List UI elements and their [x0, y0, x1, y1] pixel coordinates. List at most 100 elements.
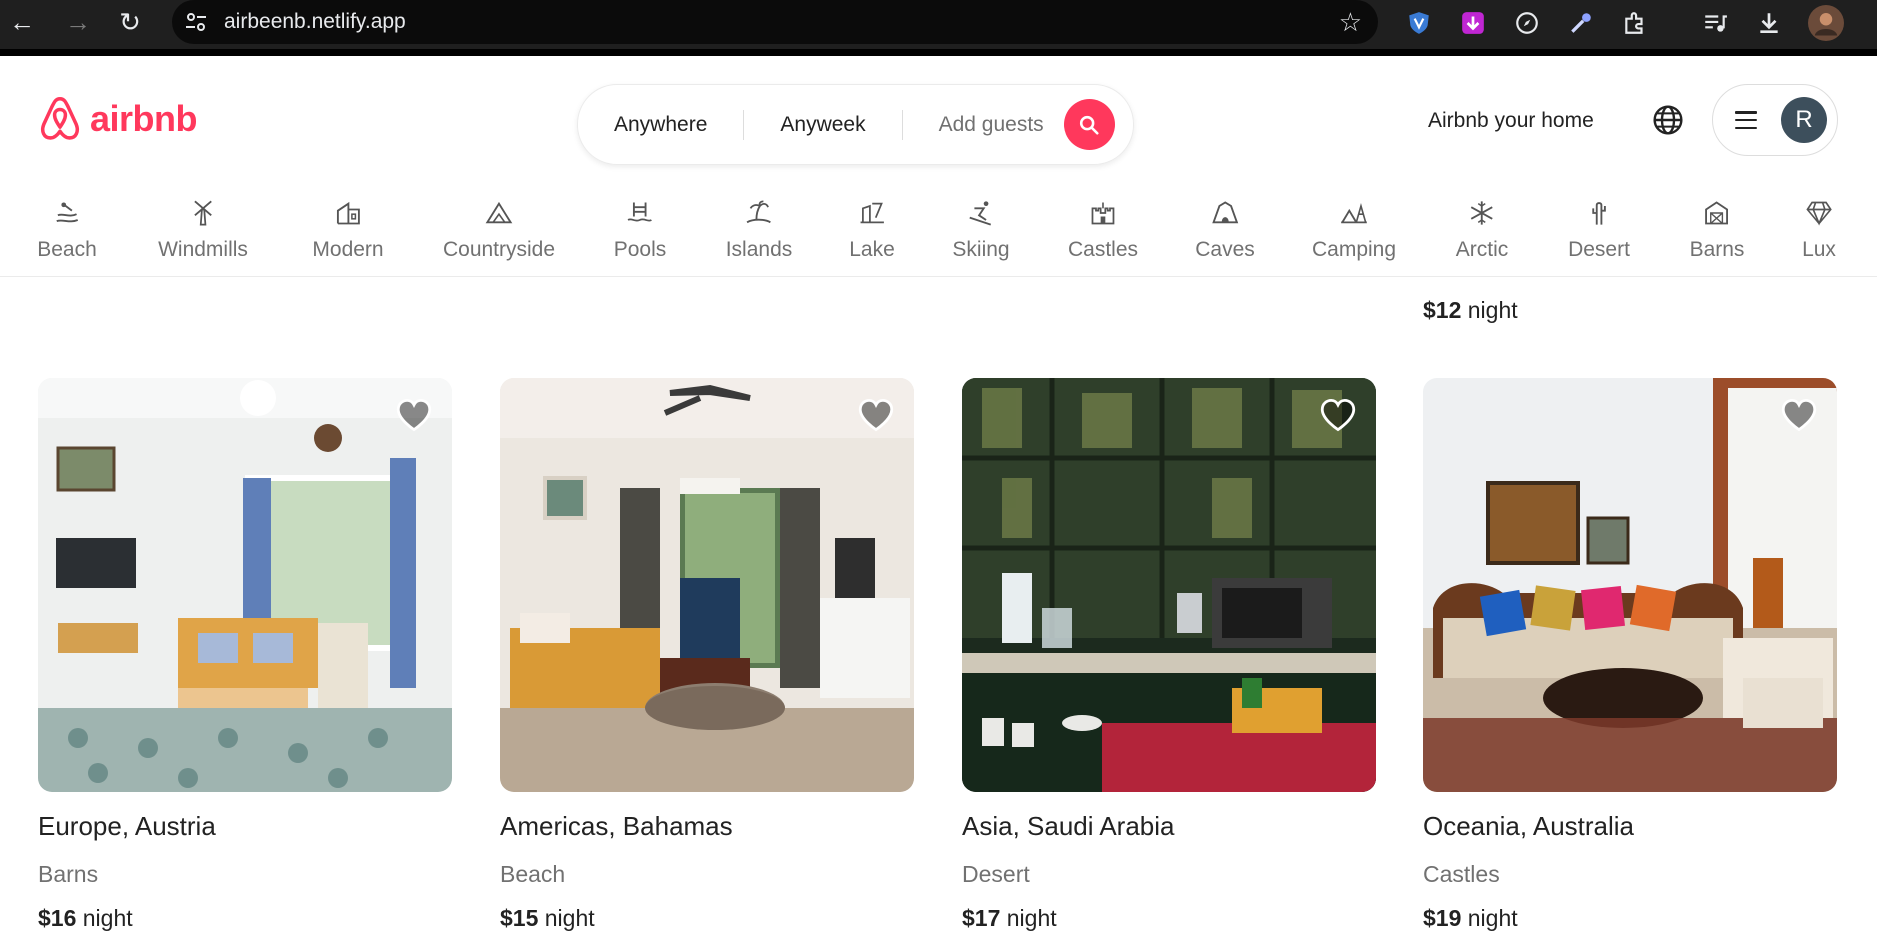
category-label: Castles — [1067, 238, 1139, 261]
pool-icon — [627, 202, 653, 222]
eyedropper-icon[interactable] — [1566, 8, 1596, 38]
category-lux[interactable]: Lux — [1802, 199, 1836, 263]
category-label: Lux — [1802, 238, 1836, 261]
price-unit: night — [1006, 905, 1057, 931]
price-amount: $12 — [1423, 297, 1462, 323]
globe-icon[interactable] — [1652, 104, 1684, 136]
windmill-icon — [194, 200, 212, 226]
category-label: Camping — [1311, 238, 1397, 261]
heart-icon[interactable] — [858, 398, 894, 432]
address-bar[interactable]: airbeenb.netlify.app ☆ — [172, 0, 1378, 44]
listing-photo[interactable] — [500, 378, 914, 792]
camping-icon — [1341, 203, 1367, 224]
category-label: Skiing — [952, 238, 1010, 261]
search-button[interactable] — [1063, 99, 1115, 150]
price-unit: night — [544, 905, 595, 931]
price-amount: $16 — [38, 905, 77, 931]
listing-price: $15 night — [500, 904, 914, 932]
listing-price: $17 night — [962, 904, 1376, 932]
extensions-puzzle-icon[interactable] — [1620, 8, 1650, 38]
category-caves[interactable]: Caves — [1195, 199, 1255, 263]
listing-card[interactable]: Asia, Saudi Arabia Desert $17 night — [962, 378, 1376, 932]
castle-icon — [1091, 202, 1115, 225]
host-link[interactable]: Airbnb your home — [1428, 106, 1594, 136]
listing-card[interactable]: Europe, Austria Barns $16 night — [38, 378, 452, 932]
kitchen-photo — [962, 378, 1376, 792]
category-lake[interactable]: Lake — [849, 199, 895, 263]
listings-grid: $12 night Europe, Austria Barns $16 nigh… — [0, 277, 1877, 944]
category-label: Arctic — [1455, 238, 1509, 261]
living-room-photo — [500, 378, 914, 792]
downloads-icon[interactable] — [1754, 8, 1784, 38]
category-desert[interactable]: Desert — [1568, 199, 1630, 263]
reload-icon[interactable]: ↻ — [110, 0, 150, 44]
heart-icon[interactable] — [1781, 398, 1817, 432]
listing-photo[interactable] — [962, 378, 1376, 792]
category-windmills[interactable]: Windmills — [158, 199, 248, 263]
category-bar: Beach Windmills Modern Countryside Pools… — [0, 181, 1877, 277]
category-label: Islands — [725, 238, 793, 261]
bookmark-star-icon[interactable]: ☆ — [1339, 7, 1362, 37]
listing-photo[interactable] — [38, 378, 452, 792]
listing-photo[interactable] — [1423, 378, 1837, 792]
price-unit: night — [1467, 905, 1518, 931]
site-settings-icon[interactable] — [184, 10, 208, 34]
category-arctic[interactable]: Arctic — [1455, 199, 1509, 263]
category-label: Barns — [1689, 238, 1745, 261]
category-label: Caves — [1195, 238, 1255, 261]
category-camping[interactable]: Camping — [1312, 199, 1396, 263]
snowflake-icon — [1471, 201, 1493, 225]
category-barns[interactable]: Barns — [1689, 199, 1745, 263]
search-icon — [1080, 115, 1099, 135]
download-extension-icon[interactable] — [1458, 8, 1488, 38]
shield-extension-icon[interactable] — [1404, 8, 1434, 38]
category-islands[interactable]: Islands — [725, 199, 793, 263]
airbnb-logo-icon — [40, 96, 80, 140]
search-where[interactable]: Anywhere — [578, 110, 743, 140]
category-pools[interactable]: Pools — [613, 199, 667, 263]
category-label: Windmills — [158, 238, 248, 261]
listing-category: Beach — [500, 861, 566, 887]
browser-chrome: ← → ↻ airbeenb.netlify.app ☆ — [0, 0, 1877, 56]
partial-listing-price[interactable]: $12 night — [1423, 297, 1518, 324]
profile-avatar-icon[interactable] — [1808, 5, 1844, 41]
listing-title: Asia, Saudi Arabia — [962, 811, 1175, 841]
category-skiing[interactable]: Skiing — [952, 199, 1010, 263]
media-queue-icon[interactable] — [1700, 8, 1730, 38]
category-label: Lake — [849, 238, 895, 261]
island-icon — [746, 200, 772, 224]
lake-icon — [860, 202, 884, 224]
skiing-icon — [969, 201, 991, 226]
compass-icon[interactable] — [1512, 8, 1542, 38]
back-icon[interactable]: ← — [2, 0, 42, 44]
user-avatar: R — [1781, 97, 1827, 143]
category-countryside[interactable]: Countryside — [443, 199, 555, 263]
price-amount: $15 — [500, 905, 539, 931]
listing-category: Desert — [962, 861, 1030, 887]
category-beach[interactable]: Beach — [37, 199, 97, 263]
listing-card[interactable]: Americas, Bahamas Beach $15 night — [500, 378, 914, 932]
listing-title: Americas, Bahamas — [500, 811, 733, 841]
listing-title: Oceania, Australia — [1423, 811, 1635, 841]
search-guests[interactable]: Add guests — [903, 110, 1060, 140]
category-label: Desert — [1568, 238, 1630, 261]
brand-name: airbnb — [90, 98, 198, 139]
forward-icon[interactable]: → — [58, 0, 98, 44]
category-modern[interactable]: Modern — [312, 199, 384, 263]
heart-icon[interactable] — [396, 398, 432, 432]
category-label: Pools — [613, 238, 667, 261]
listing-category: Barns — [38, 861, 99, 887]
heart-icon[interactable] — [1320, 398, 1356, 432]
listing-card[interactable]: Oceania, Australia Castles $19 night — [1423, 378, 1837, 932]
category-castles[interactable]: Castles — [1068, 199, 1138, 263]
price-unit: night — [82, 905, 133, 931]
modern-house-icon — [336, 201, 360, 225]
search-when[interactable]: Anyweek — [744, 110, 901, 140]
user-menu-button[interactable]: R — [1712, 84, 1838, 156]
category-label: Beach — [37, 238, 97, 261]
living-room-photo — [1423, 378, 1837, 792]
airbnb-logo[interactable]: airbnb — [38, 96, 198, 142]
category-label: Modern — [312, 238, 384, 261]
search-bar[interactable]: Anywhere Anyweek Add guests — [577, 84, 1134, 165]
category-label: Countryside — [442, 238, 556, 261]
